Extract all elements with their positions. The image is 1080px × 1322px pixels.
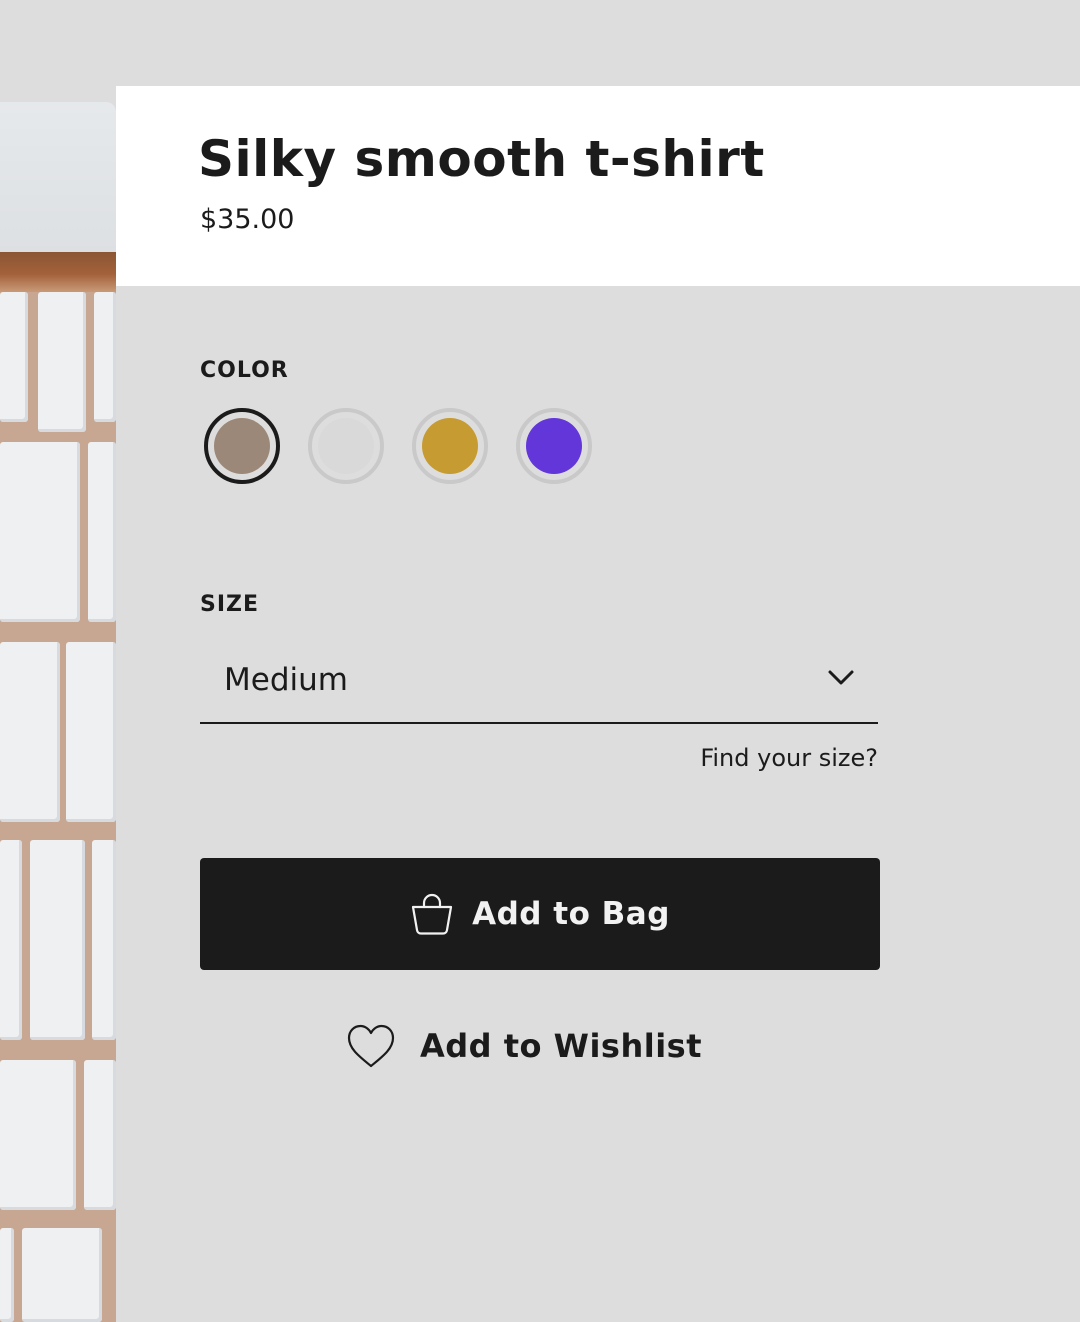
- size-select-value: Medium: [224, 662, 348, 698]
- size-label: SIZE: [200, 592, 260, 617]
- shopping-bag-icon: [411, 893, 453, 935]
- color-swatches: [204, 408, 604, 484]
- image-background: [0, 292, 116, 1322]
- swatch-dot: [526, 418, 582, 474]
- heart-icon: [347, 1024, 395, 1068]
- color-swatch-mustard[interactable]: [412, 408, 488, 484]
- product-title: Silky smooth t-shirt: [198, 130, 765, 188]
- product-image: [0, 102, 116, 1322]
- add-to-bag-label: Add to Bag: [472, 896, 670, 932]
- swatch-dot: [422, 418, 478, 474]
- chevron-down-icon: [828, 670, 854, 685]
- find-your-size-link[interactable]: Find your size?: [700, 744, 878, 772]
- swatch-dot: [214, 418, 270, 474]
- add-to-bag-button[interactable]: Add to Bag: [200, 858, 880, 970]
- color-label: COLOR: [200, 358, 289, 383]
- product-price: $35.00: [200, 204, 295, 235]
- product-page: Silky smooth t-shirt $35.00 COLOR SIZE M…: [0, 0, 1080, 1322]
- size-select[interactable]: Medium: [200, 640, 878, 724]
- swatch-dot: [318, 418, 374, 474]
- color-swatch-purple[interactable]: [516, 408, 592, 484]
- product-header: Silky smooth t-shirt $35.00: [116, 86, 1080, 286]
- color-swatch-light-gray[interactable]: [308, 408, 384, 484]
- add-to-wishlist-label: Add to Wishlist: [420, 1027, 703, 1065]
- color-swatch-taupe[interactable]: [204, 408, 280, 484]
- add-to-wishlist-button[interactable]: Add to Wishlist: [346, 1020, 702, 1072]
- image-shelf: [0, 252, 116, 292]
